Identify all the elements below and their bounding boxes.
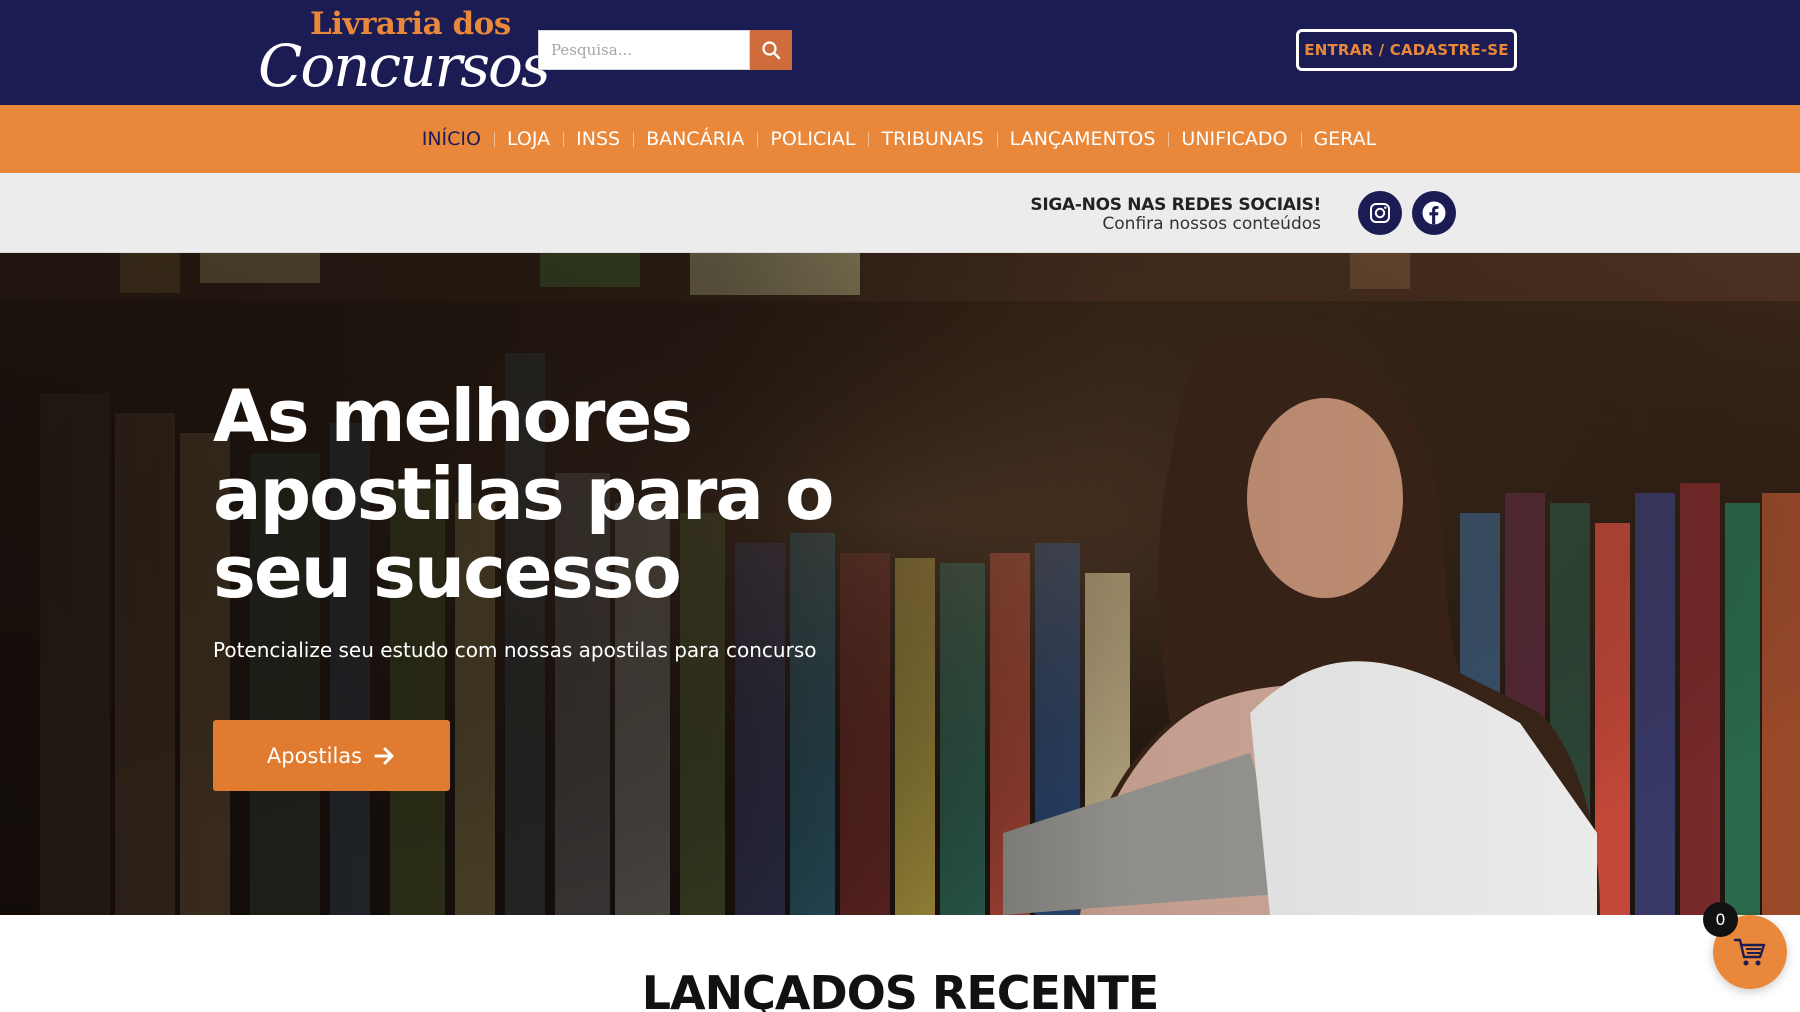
social-strip: SIGA-NOS NAS REDES SOCIAIS! Confira noss… <box>0 173 1800 253</box>
hero-subtitle: Potencialize seu estudo com nossas apost… <box>213 638 817 662</box>
nav-item-inicio[interactable]: INÍCIO <box>409 128 494 150</box>
nav-item-inss[interactable]: INSS <box>563 128 633 150</box>
hero-title-line: apostilas para o <box>213 452 834 536</box>
nav-item-geral[interactable]: GERAL <box>1300 128 1390 150</box>
search-button[interactable] <box>750 30 792 70</box>
search-bar <box>538 30 792 70</box>
cart-count-badge: 0 <box>1703 902 1738 937</box>
arrow-right-icon <box>374 747 394 764</box>
nav-item-bancaria[interactable]: BANCÁRIA <box>633 128 757 150</box>
nav-item-unificado[interactable]: UNIFICADO <box>1168 128 1300 150</box>
search-icon <box>762 41 781 60</box>
hero-title-line: As melhores <box>213 374 693 458</box>
apostilas-button-label: Apostilas <box>266 743 363 768</box>
site-logo[interactable]: Livraria dos Concursos <box>258 6 551 100</box>
nav-item-tribunais[interactable]: TRIBUNAIS <box>868 128 996 150</box>
hero-title: As melhores apostilas para o seu sucesso <box>213 377 973 611</box>
social-title: SIGA-NOS NAS REDES SOCIAIS! <box>1030 195 1321 215</box>
nav-item-policial[interactable]: POLICIAL <box>757 128 868 150</box>
facebook-icon <box>1422 201 1446 225</box>
site-header: Livraria dos Concursos ENTRAR / CADASTRE… <box>0 0 1800 105</box>
main-nav: INÍCIO LOJA INSS BANCÁRIA POLICIAL TRIBU… <box>0 105 1800 173</box>
nav-item-lancamentos[interactable]: LANÇAMENTOS <box>996 128 1169 150</box>
facebook-link[interactable] <box>1412 191 1456 235</box>
apostilas-button[interactable]: Apostilas <box>213 720 450 791</box>
social-text: SIGA-NOS NAS REDES SOCIAIS! Confira noss… <box>1030 195 1321 233</box>
instagram-link[interactable] <box>1358 191 1402 235</box>
recent-releases-title: LANÇADOS RECENTE <box>641 966 1160 1012</box>
login-register-button[interactable]: ENTRAR / CADASTRE-SE <box>1296 29 1517 71</box>
logo-line-bottom: Concursos <box>258 32 551 100</box>
instagram-icon <box>1370 203 1390 223</box>
social-subtitle: Confira nossos conteúdos <box>1102 214 1321 234</box>
cart-icon <box>1733 938 1766 966</box>
search-input[interactable] <box>538 30 750 70</box>
nav-item-loja[interactable]: LOJA <box>493 128 563 150</box>
hero-banner: As melhores apostilas para o seu sucesso… <box>0 253 1800 915</box>
hero-title-line: seu sucesso <box>213 530 682 614</box>
